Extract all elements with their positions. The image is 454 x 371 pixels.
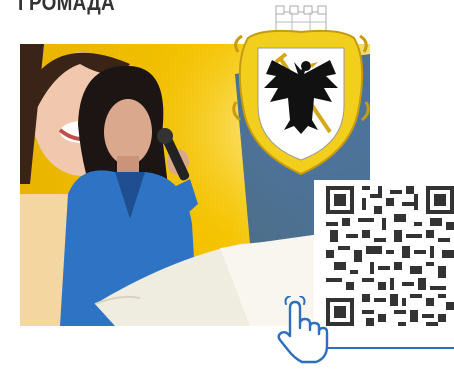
pointing-hand-icon (274, 295, 330, 366)
community-heading: ГРОМАДА (18, 0, 115, 15)
qr-code-panel (314, 180, 454, 331)
qr-code-icon[interactable] (326, 186, 454, 326)
coat-of-arms-icon (232, 2, 370, 180)
accent-underline (328, 347, 454, 349)
